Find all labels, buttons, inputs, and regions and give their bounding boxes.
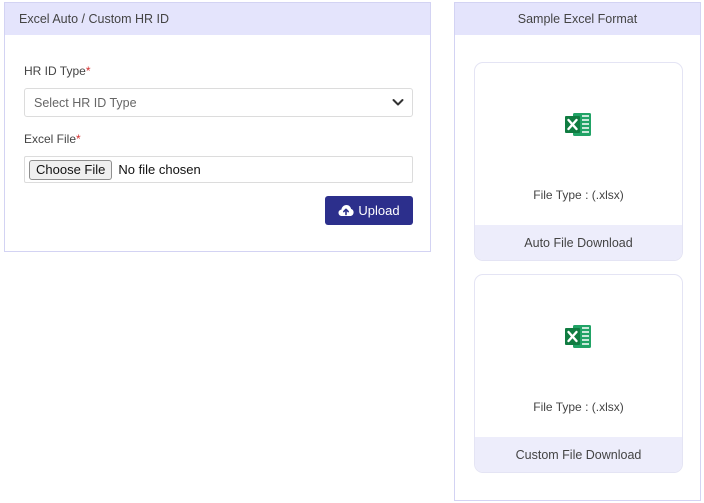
panel-header: Excel Auto / Custom HR ID [5, 3, 430, 35]
custom-file-card: File Type : (.xlsx) Custom File Download [474, 274, 683, 473]
hr-id-upload-panel: Excel Auto / Custom HR ID HR ID Type* Se… [4, 2, 431, 252]
panel-title: Excel Auto / Custom HR ID [19, 12, 170, 26]
choose-file-button[interactable]: Choose File [29, 159, 113, 180]
excel-file-input[interactable]: Choose File No file chosen [24, 156, 413, 183]
panel-header: Sample Excel Format [455, 3, 700, 35]
hr-id-type-label: HR ID Type* [24, 64, 91, 78]
upload-button[interactable]: Upload [325, 196, 413, 225]
auto-file-download-button[interactable]: Auto File Download [475, 225, 682, 260]
sample-format-panel: Sample Excel Format File Type : (.xlsx) … [454, 2, 701, 501]
file-status: No file chosen [118, 162, 201, 177]
cloud-upload-icon [338, 205, 354, 216]
custom-file-download-button[interactable]: Custom File Download [475, 437, 682, 472]
hr-id-type-select[interactable]: Select HR ID Type [24, 88, 413, 117]
excel-icon [565, 113, 591, 136]
upload-label: Upload [358, 203, 400, 218]
file-type-label: File Type : (.xlsx) [533, 400, 624, 414]
file-type-label: File Type : (.xlsx) [533, 188, 624, 202]
auto-file-card: File Type : (.xlsx) Auto File Download [474, 62, 683, 261]
excel-file-label: Excel File* [24, 132, 81, 146]
select-placeholder: Select HR ID Type [34, 95, 137, 110]
panel-title: Sample Excel Format [517, 12, 638, 26]
required-mark: * [76, 132, 81, 146]
chevron-down-icon [392, 99, 404, 106]
required-mark: * [85, 64, 91, 78]
excel-icon [565, 325, 591, 348]
